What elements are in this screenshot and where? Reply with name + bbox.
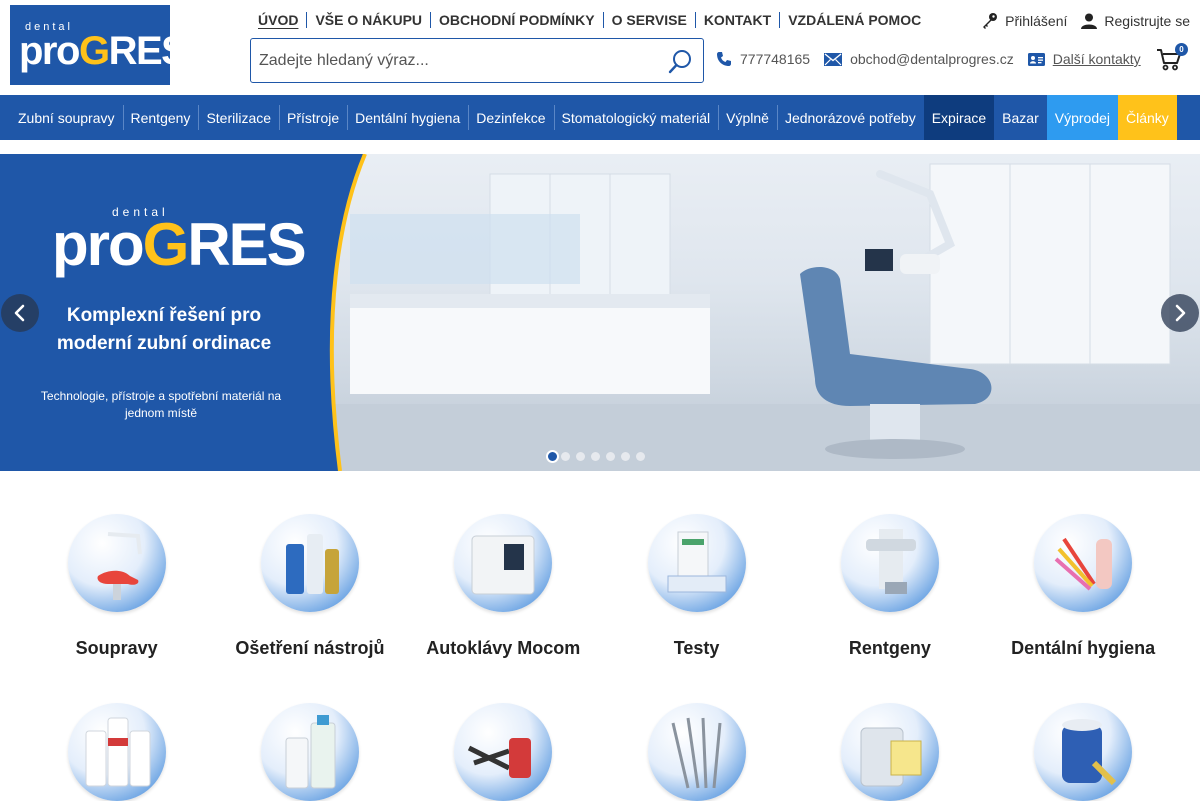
category-tile[interactable] [213, 703, 406, 801]
slider-dot[interactable] [621, 452, 630, 461]
search-box [250, 38, 704, 83]
category-tile-label: Dentální hygiena [1011, 638, 1156, 658]
site-header: dental proGRES ÚVOD VŠE O NÁKUPU OBCHODN… [0, 0, 1200, 95]
user-icon [1081, 13, 1098, 29]
autoclave-icon [454, 514, 553, 612]
category-tile[interactable] [407, 703, 600, 801]
category-jednorazove-potreby[interactable]: Jednorázové potřeby [776, 95, 924, 140]
contact-card-icon [1027, 52, 1045, 66]
tile-row [20, 703, 1180, 801]
category-sterilizace[interactable]: Sterilizace [198, 95, 279, 140]
slider-dot[interactable] [591, 452, 600, 461]
xray-unit-icon [840, 514, 939, 612]
category-tile-label: Ošetření nástrojů [235, 638, 385, 658]
category-rentgeny[interactable]: Rentgeny [122, 95, 199, 140]
category-bazar[interactable]: Bazar [994, 95, 1047, 140]
test-strips-icon [647, 514, 746, 612]
category-tile[interactable]: Ošetření nástrojů [213, 514, 406, 659]
category-stomatologicky-material[interactable]: Stomatologický materiál [553, 95, 719, 140]
topnav-uvod[interactable]: ÚVOD [250, 12, 306, 28]
hero-logo: dental proGRES [52, 206, 307, 275]
slider-dot[interactable] [561, 452, 570, 461]
more-contacts-label: Další kontakty [1052, 51, 1141, 67]
category-dezinfekce[interactable]: Dezinfekce [468, 95, 553, 140]
category-tile[interactable] [986, 703, 1179, 801]
topnav-vzdalena-pomoc[interactable]: VZDÁLENÁ POMOC [779, 12, 929, 28]
dental-instruments-icon [647, 703, 746, 801]
dental-chair-icon [67, 514, 166, 612]
account-links: Přihlášení Registrujte se [967, 12, 1190, 29]
brushes-icon [1034, 514, 1133, 612]
slider-dot[interactable] [576, 452, 585, 461]
tile-row: Soupravy Ošetření nástrojů Autoklávy Mocom… [20, 514, 1180, 659]
topnav-vse-o-nakupu[interactable]: VŠE O NÁKUPU [306, 12, 430, 28]
login-label: Přihlášení [1005, 12, 1068, 29]
hero-slider: dental proGRES Komplexní řešení pro mode… [0, 154, 1200, 471]
top-navigation: ÚVOD VŠE O NÁKUPU OBCHODNÍ PODMÍNKY O SE… [250, 12, 929, 28]
category-tile[interactable]: Dentální hygiena [986, 514, 1179, 659]
phone-icon [717, 52, 731, 66]
category-tile[interactable] [793, 703, 986, 801]
category-tile-label: Rentgeny [848, 638, 931, 658]
category-menu: Zubní soupravy Rentgeny Sterilizace Přís… [0, 95, 1200, 140]
contact-info: 777748165 obchod@dentalprogres.cz Další … [716, 51, 1155, 67]
category-tile-label: Soupravy [75, 638, 158, 658]
hero-subtitle: Technologie, přístroje a spotřební mater… [40, 389, 282, 420]
topnav-obchodni-podminky[interactable]: OBCHODNÍ PODMÍNKY [430, 12, 603, 28]
key-icon [983, 13, 998, 29]
chevron-left-icon [14, 304, 25, 322]
category-clanky[interactable]: Články [1118, 95, 1177, 140]
category-expirace[interactable]: Expirace [923, 95, 995, 140]
slider-prev-button[interactable] [1, 294, 39, 332]
category-tiles: Soupravy Ošetření nástrojů Autoklávy Mocom… [20, 514, 1180, 801]
category-tile[interactable] [600, 703, 793, 801]
search-input[interactable] [251, 51, 651, 70]
cart-button[interactable]: 0 [1156, 43, 1188, 72]
category-tile[interactable]: Autoklávy Mocom [407, 514, 600, 659]
composite-syringes-icon [454, 703, 553, 801]
hero-title: Komplexní řešení pro moderní zubní ordin… [56, 305, 272, 354]
more-contacts-link[interactable]: Další kontakty [1027, 51, 1141, 67]
topnav-o-servise[interactable]: O SERVISE [602, 12, 695, 28]
register-link[interactable]: Registrujte se [1081, 13, 1190, 29]
chevron-right-icon [1175, 304, 1186, 322]
slider-dot[interactable] [606, 452, 615, 461]
site-logo[interactable]: dental proGRES [10, 5, 188, 85]
logo-wordmark: proGRES [19, 28, 188, 73]
category-dentalni-hygiena[interactable]: Dentální hygiena [347, 95, 468, 140]
category-zubni-soupravy[interactable]: Zubní soupravy [10, 95, 123, 140]
category-tile-label: Testy [673, 638, 720, 658]
category-vyplne[interactable]: Výplně [718, 95, 777, 140]
email-link[interactable]: obchod@dentalprogres.cz [824, 51, 1014, 67]
category-tile-label: Autoklávy Mocom [426, 638, 581, 658]
category-vyprodej[interactable]: Výprodej [1046, 95, 1119, 140]
category-tile[interactable]: Testy [600, 514, 793, 659]
category-pristroje[interactable]: Přístroje [279, 95, 347, 140]
envelope-icon [824, 52, 843, 66]
login-link[interactable]: Přihlášení [981, 12, 1067, 29]
spray-bottles-icon [260, 514, 359, 612]
phone-number: 777748165 [740, 51, 811, 67]
search-icon[interactable] [667, 49, 693, 75]
airflow-powder-icon [67, 703, 166, 801]
canister-icon [840, 703, 939, 801]
slider-pagination [546, 450, 651, 463]
topnav-kontakt[interactable]: KONTAKT [694, 12, 779, 28]
slider-dot[interactable] [636, 452, 645, 461]
category-tile[interactable] [20, 703, 213, 801]
wipes-icon [1034, 703, 1133, 801]
category-tile[interactable]: Soupravy [20, 514, 213, 659]
cart-count-badge: 0 [1175, 43, 1188, 56]
slider-dot[interactable] [546, 450, 559, 463]
category-tile[interactable]: Rentgeny [793, 514, 986, 659]
disinfection-bottles-icon [260, 703, 359, 801]
slider-next-button[interactable] [1161, 294, 1199, 332]
register-label: Registrujte se [1104, 12, 1190, 29]
email-address: obchod@dentalprogres.cz [850, 51, 1014, 67]
hero-logo-wordmark: proGRES [52, 211, 307, 278]
phone-link[interactable]: 777748165 [716, 51, 810, 67]
